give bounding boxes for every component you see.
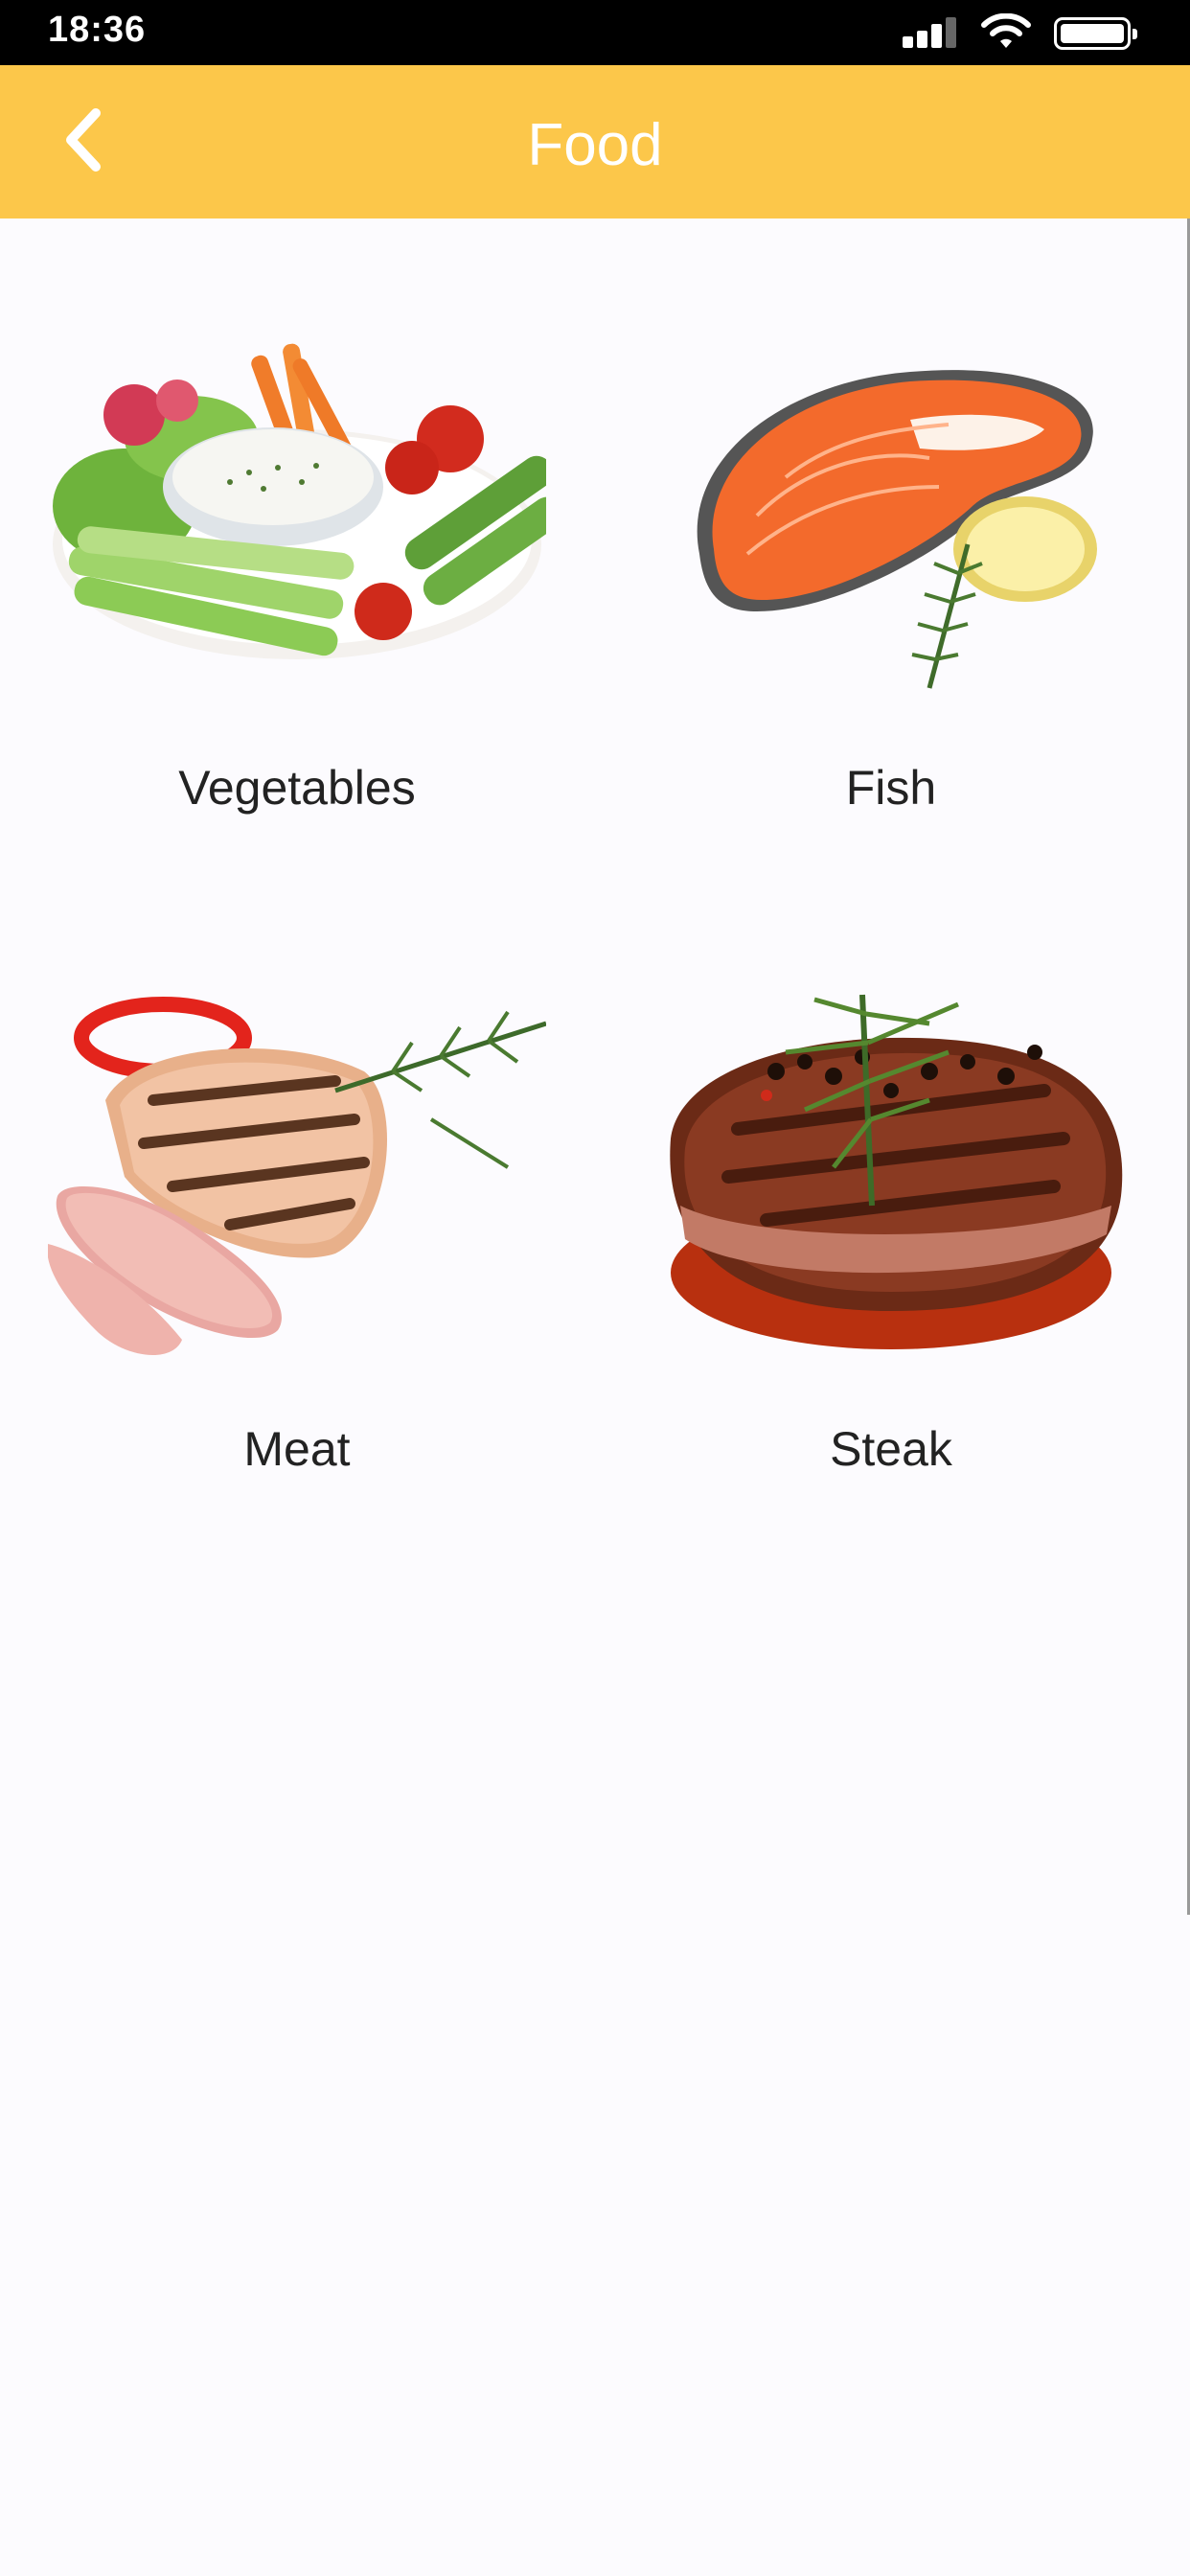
food-item-label: Meat — [243, 1422, 351, 1476]
status-time: 18:36 — [48, 10, 147, 50]
salmon-steak-image — [697, 370, 1097, 689]
wifi-icon — [981, 13, 1031, 48]
food-item-label: Fish — [845, 761, 937, 815]
beef-steak-image — [670, 994, 1123, 1349]
food-item-vegetables[interactable]: Vegetables — [29, 218, 565, 815]
food-item-label: Vegetables — [178, 761, 416, 815]
grilled-meat-image — [48, 997, 546, 1355]
food-item-meat[interactable]: Meat — [29, 880, 565, 1476]
food-item-steak[interactable]: Steak — [623, 880, 1159, 1476]
nav-bar: Food — [0, 65, 1190, 218]
food-item-label: Steak — [830, 1422, 952, 1476]
food-item-fish[interactable]: Fish — [623, 218, 1159, 815]
page-title: Food — [527, 112, 663, 178]
status-icons — [903, 13, 1171, 52]
battery-icon — [1054, 17, 1137, 50]
status-bar: 18:36 — [0, 0, 1190, 65]
cellular-signal-icon — [903, 13, 960, 52]
vegetable-platter-image — [53, 343, 546, 659]
